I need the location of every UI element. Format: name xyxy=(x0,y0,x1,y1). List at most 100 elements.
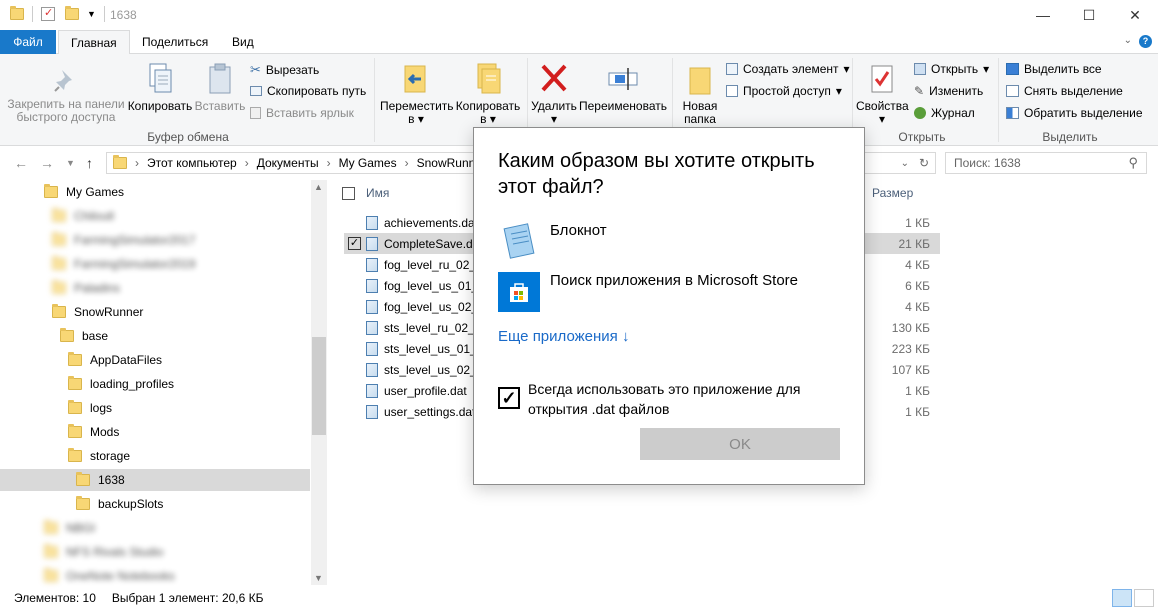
row-checkbox[interactable]: ✓ xyxy=(348,237,361,250)
tab-share[interactable]: Поделиться xyxy=(130,30,220,54)
up-arrow-icon[interactable]: ↑ xyxy=(86,155,93,171)
status-bar: Элементов: 10 Выбран 1 элемент: 20,6 КБ xyxy=(0,588,1158,608)
copy-to-icon xyxy=(477,63,501,94)
file-icon xyxy=(366,383,378,398)
paste-button[interactable]: Вставить xyxy=(194,62,246,113)
new-folder-icon[interactable] xyxy=(65,6,79,20)
tree-item-label: backupSlots xyxy=(98,497,164,511)
folder-icon xyxy=(76,496,90,510)
more-apps-link[interactable]: Еще приложения ↓ xyxy=(498,328,629,345)
large-icons-view-icon[interactable] xyxy=(1134,589,1154,607)
minimize-button[interactable]: — xyxy=(1020,0,1066,30)
open-group-label: Открыть xyxy=(898,130,946,144)
paste-shortcut-icon xyxy=(250,107,261,119)
chevron-down-icon[interactable]: ⌄ xyxy=(1124,35,1132,46)
always-use-option[interactable]: ✓ Всегда использовать это приложение для… xyxy=(498,379,828,419)
always-use-checkbox[interactable]: ✓ xyxy=(498,387,520,409)
tree-item[interactable]: My Games xyxy=(0,181,310,203)
tree-item[interactable]: NFS Rivals Studio xyxy=(0,541,310,563)
scissors-icon: ✂ xyxy=(250,62,261,77)
delete-button[interactable]: Удалить ▾ xyxy=(530,62,578,126)
rename-button[interactable]: Переименовать xyxy=(578,62,668,113)
tree-item[interactable]: backupSlots xyxy=(0,493,310,515)
chevron-down-icon[interactable]: ▼ xyxy=(87,9,96,19)
scroll-up-icon[interactable]: ▲ xyxy=(314,182,323,192)
tree-item[interactable]: FarmingSimulator2017 xyxy=(0,229,310,251)
tree-item[interactable]: AppDataFiles xyxy=(0,349,310,371)
history-button[interactable]: Журнал xyxy=(914,106,975,120)
new-item-button[interactable]: Создать элемент ▾ xyxy=(726,62,850,76)
breadcrumb-item[interactable]: Документы xyxy=(257,156,319,170)
tree-item-label: Paladins xyxy=(74,281,121,295)
chevron-down-icon[interactable]: ⌄ xyxy=(901,158,909,169)
copy-to-button[interactable]: Копировать в ▾ xyxy=(452,62,524,126)
file-name: achievements.dat xyxy=(384,215,479,230)
refresh-icon[interactable]: ↻ xyxy=(919,156,929,170)
app-option-notepad[interactable]: Блокнот xyxy=(498,222,607,260)
paste-shortcut-button[interactable]: Вставить ярлык xyxy=(250,106,354,120)
forward-arrow-icon[interactable]: → xyxy=(40,155,54,171)
tab-home[interactable]: Главная xyxy=(58,30,130,55)
tree-item[interactable]: Chiloutl xyxy=(0,205,310,227)
help-icon[interactable]: ? xyxy=(1139,35,1152,48)
tab-file[interactable]: Файл xyxy=(0,30,56,54)
copy-path-button[interactable]: Скопировать путь xyxy=(250,84,366,98)
tree-item[interactable]: base xyxy=(0,325,310,347)
file-name: user_profile.dat xyxy=(384,383,467,398)
new-folder-button[interactable]: Новая папка xyxy=(676,62,724,126)
tree-item[interactable]: loading_profiles xyxy=(0,373,310,395)
open-with-dialog: Каким образом вы хотите открыть этот фай… xyxy=(473,127,865,485)
tree-scroll-thumb[interactable] xyxy=(312,337,326,435)
folder-icon xyxy=(44,184,58,198)
folder-icon xyxy=(44,544,58,558)
maximize-button[interactable]: ☐ xyxy=(1066,0,1112,30)
pin-button[interactable]: Закрепить на панели быстрого доступа xyxy=(4,66,128,124)
ok-button[interactable]: OK xyxy=(640,428,840,460)
search-input[interactable]: Поиск: 1638 ⚲ xyxy=(945,152,1147,174)
file-icon xyxy=(366,299,378,314)
tree-item[interactable]: NBGI xyxy=(0,517,310,539)
select-all-checkbox[interactable] xyxy=(342,187,355,200)
breadcrumb-item[interactable]: My Games xyxy=(339,156,397,170)
breadcrumb-item[interactable]: Этот компьютер xyxy=(147,156,237,170)
app-option-store[interactable]: Поиск приложения в Microsoft Store xyxy=(498,272,798,312)
tree-item[interactable]: FarmingSimulator2019 xyxy=(0,253,310,275)
edit-button[interactable]: ✎ Изменить xyxy=(914,84,983,98)
tab-view[interactable]: Вид xyxy=(220,30,266,54)
tree-item-label: storage xyxy=(90,449,131,463)
select-all-button[interactable]: Выделить все xyxy=(1006,62,1102,76)
column-header-name[interactable]: Имя xyxy=(366,186,389,200)
tree-item[interactable]: Paladins xyxy=(0,277,310,299)
tree-item[interactable]: logs xyxy=(0,397,310,419)
dialog-title: Каким образом вы хотите открыть этот фай… xyxy=(498,150,815,198)
open-button[interactable]: Открыть ▾ xyxy=(914,62,989,76)
tree-item[interactable]: 1638 xyxy=(0,469,310,491)
cut-button[interactable]: ✂ Вырезать xyxy=(250,62,319,78)
select-none-icon xyxy=(1006,85,1019,97)
selection-info: Выбран 1 элемент: 20,6 КБ xyxy=(111,591,264,605)
tree-item[interactable]: storage xyxy=(0,445,310,467)
select-none-button[interactable]: Снять выделение xyxy=(1006,84,1123,98)
folder-icon xyxy=(68,352,82,366)
easy-access-button[interactable]: Простой доступ ▾ xyxy=(726,84,842,98)
item-count: Элементов: 10 xyxy=(14,591,96,605)
tree-item[interactable]: Mods xyxy=(0,421,310,443)
tree-item[interactable]: OneNote Notebooks xyxy=(0,565,310,587)
invert-selection-button[interactable]: Обратить выделение xyxy=(1006,106,1143,120)
move-to-button[interactable]: Переместить в ▾ xyxy=(380,62,454,126)
title-bar: ✓ ▼ 1638 — ☐ ✕ xyxy=(0,0,1158,30)
properties-button[interactable]: Свойства ▾ xyxy=(856,62,909,126)
tree-item-label: FarmingSimulator2019 xyxy=(74,257,196,271)
copy-button[interactable]: Копировать xyxy=(126,62,194,113)
recent-chevron-icon[interactable]: ▼ xyxy=(66,158,75,168)
scroll-down-icon[interactable]: ▼ xyxy=(314,573,323,583)
file-size: 4 КБ xyxy=(905,257,930,272)
details-view-icon[interactable] xyxy=(1112,589,1132,607)
column-header-size[interactable]: Размер xyxy=(872,186,913,200)
close-button[interactable]: ✕ xyxy=(1112,0,1158,30)
clipboard-group-label: Буфер обмена xyxy=(147,130,229,144)
back-arrow-icon[interactable]: ← xyxy=(14,155,28,171)
tree-item[interactable]: SnowRunner xyxy=(0,301,310,323)
delete-icon xyxy=(541,64,567,92)
properties-icon[interactable]: ✓ xyxy=(41,7,55,21)
